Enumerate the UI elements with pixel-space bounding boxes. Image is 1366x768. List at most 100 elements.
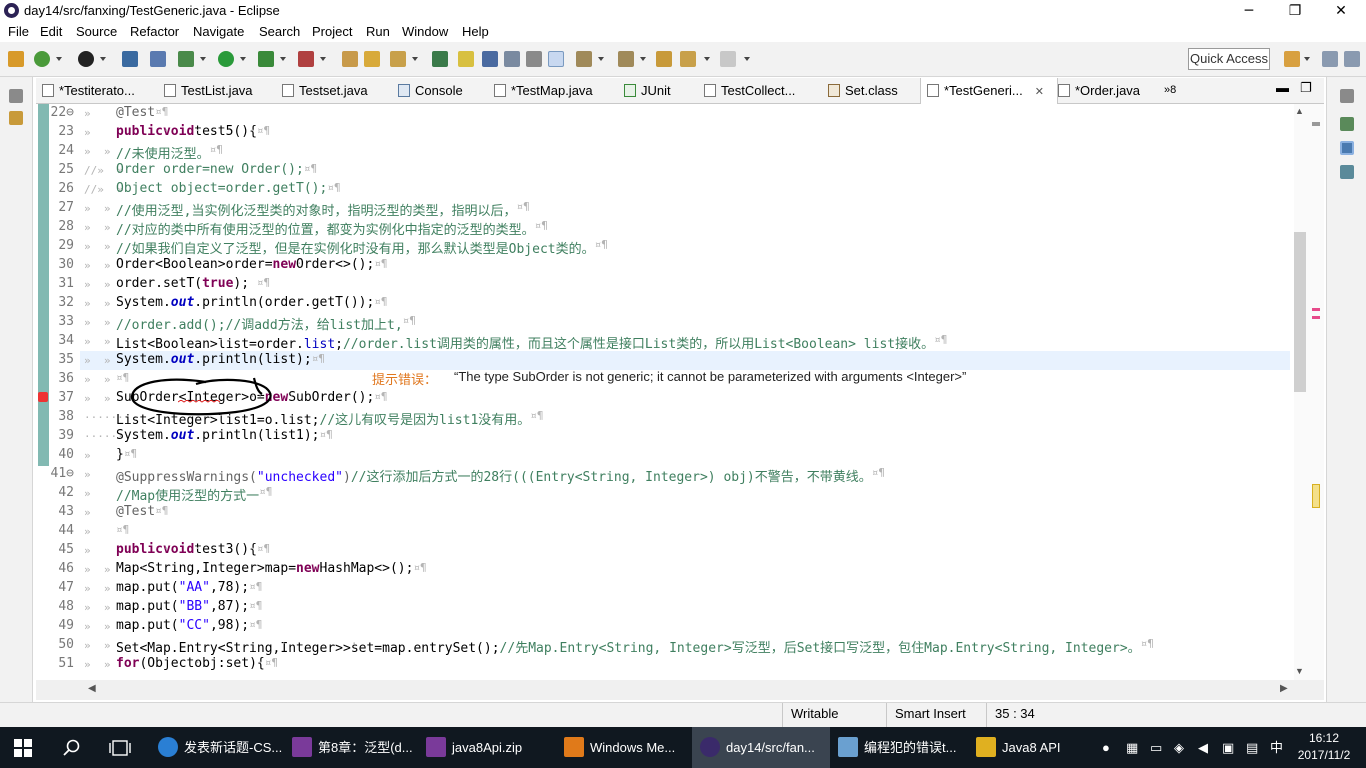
restore-view-icon[interactable] bbox=[9, 89, 23, 103]
outline-icon[interactable] bbox=[1340, 141, 1354, 155]
tab-testiterator[interactable]: *Testiterato... bbox=[42, 78, 150, 103]
menu-refactor[interactable]: Refactor bbox=[130, 24, 179, 39]
chevron-down-icon[interactable] bbox=[200, 57, 206, 61]
chevron-down-icon[interactable] bbox=[240, 57, 246, 61]
overview-warning-markers[interactable] bbox=[1312, 484, 1320, 508]
windows-start-icon[interactable] bbox=[14, 739, 32, 757]
tab-testset[interactable]: Testset.java bbox=[282, 78, 387, 103]
external-tools-icon[interactable] bbox=[298, 51, 314, 67]
menu-help[interactable]: Help bbox=[462, 24, 489, 39]
show-whitespace-icon[interactable] bbox=[548, 51, 564, 67]
tab-testcollection[interactable]: TestCollect... bbox=[704, 78, 812, 103]
forward-icon[interactable] bbox=[720, 51, 736, 67]
tab-testgeneric[interactable]: *TestGeneri... ✕ bbox=[920, 78, 1058, 104]
task-view-icon[interactable] bbox=[109, 739, 131, 757]
chevron-down-icon[interactable] bbox=[704, 57, 710, 61]
perspective-java-ee-icon[interactable] bbox=[1322, 51, 1338, 67]
code-line[interactable]: //如果我们自定义了泛型，但是在实例化时没有用，那么默认类型是Object类的。… bbox=[116, 238, 608, 257]
taskbar-app-media[interactable]: Windows Me... bbox=[556, 727, 694, 768]
minimize-view-icon[interactable]: ▬ bbox=[1276, 80, 1289, 95]
tab-testmap[interactable]: *TestMap.java bbox=[494, 78, 609, 103]
chevron-down-icon[interactable] bbox=[412, 57, 418, 61]
code-line[interactable]: System.out.println(order.getT()); ¤¶ bbox=[116, 295, 388, 310]
debug-icon[interactable] bbox=[178, 51, 194, 67]
code-line[interactable]: for(Object · obj:set) ·{¤¶ bbox=[116, 656, 278, 671]
tab-testlist[interactable]: TestList.java bbox=[164, 78, 269, 103]
pen-icon[interactable] bbox=[458, 51, 474, 67]
menu-navigate[interactable]: Navigate bbox=[193, 24, 244, 39]
code-line[interactable]: Order<Boolean> · order=new · Order<>(); ¤¶ bbox=[116, 257, 388, 272]
back-icon[interactable] bbox=[680, 51, 696, 67]
debug-view-icon[interactable] bbox=[1340, 165, 1354, 179]
clock[interactable]: 16:12 2017/11/2 bbox=[1292, 730, 1356, 764]
code-line[interactable]: Set<Map.Entry<String, · Integer>> · set=map.… bbox=[116, 637, 1154, 656]
chevron-down-icon[interactable] bbox=[280, 57, 286, 61]
scrollbar-thumb[interactable] bbox=[1294, 232, 1306, 392]
code-line[interactable]: Map · <String,Integer>map=new · HashMap<>();… bbox=[116, 561, 427, 576]
block-selection-icon[interactable] bbox=[526, 51, 542, 67]
task-list-icon[interactable] bbox=[1340, 117, 1354, 131]
code-line[interactable]: } ¤¶ bbox=[116, 447, 137, 462]
insert-mode-status[interactable]: Smart Insert bbox=[886, 703, 989, 727]
previous-annotation-icon[interactable] bbox=[618, 51, 634, 67]
tab-overflow-indicator[interactable]: »8 bbox=[1164, 78, 1188, 103]
taskbar-app-archive-2[interactable]: java8Api.zip bbox=[418, 727, 556, 768]
chevron-down-icon[interactable]: ▼ bbox=[1295, 666, 1304, 676]
quick-access-field[interactable]: Quick Access bbox=[1188, 48, 1270, 70]
code-line[interactable]: //对应的类中所有使用泛型的位置，都变为实例化中指定的泛型的类型。 ¤¶ bbox=[116, 219, 548, 238]
code-line[interactable]: //Map使用泛型的方式一 ¤¶ bbox=[116, 485, 272, 504]
close-button[interactable]: ✕ bbox=[1318, 0, 1364, 22]
taskbar-app-eclipse[interactable]: day14/src/fan... bbox=[692, 727, 830, 768]
tab-console[interactable]: Console bbox=[398, 78, 488, 103]
signal-icon[interactable]: ▦ bbox=[1126, 727, 1138, 768]
package-explorer-icon[interactable] bbox=[9, 111, 23, 125]
code-line[interactable]: order.setT(true); ¤¶ bbox=[116, 276, 270, 291]
code-line[interactable]: //未使用泛型。 ¤¶ bbox=[116, 143, 223, 162]
menu-source[interactable]: Source bbox=[76, 24, 117, 39]
chevron-down-icon[interactable] bbox=[100, 57, 106, 61]
shield-icon[interactable]: ◈ bbox=[1174, 727, 1184, 768]
menu-edit[interactable]: Edit bbox=[40, 24, 62, 39]
refresh-icon[interactable] bbox=[34, 51, 50, 67]
taskbar-app-docs[interactable]: Java8 API bbox=[968, 727, 1096, 768]
menu-run[interactable]: Run bbox=[366, 24, 390, 39]
user-icon[interactable] bbox=[78, 51, 94, 67]
ime-indicator[interactable]: 中 bbox=[1270, 727, 1283, 768]
message-icon[interactable]: ▭ bbox=[1150, 727, 1162, 768]
overview-marker[interactable] bbox=[1312, 122, 1320, 126]
run-icon[interactable] bbox=[218, 51, 234, 67]
code-line[interactable]: @Test ¤¶ bbox=[116, 504, 168, 519]
overview-error-marker[interactable] bbox=[1312, 308, 1320, 311]
close-tab-icon[interactable]: ✕ bbox=[1035, 86, 1044, 98]
skip-breakpoints-icon[interactable] bbox=[150, 51, 166, 67]
open-folder-icon[interactable] bbox=[364, 51, 380, 67]
menu-window[interactable]: Window bbox=[402, 24, 448, 39]
search-icon[interactable] bbox=[63, 739, 81, 757]
tab-set-class[interactable]: Set.class bbox=[828, 78, 916, 103]
menu-project[interactable]: Project bbox=[312, 24, 352, 39]
word-wrap-icon[interactable] bbox=[504, 51, 520, 67]
code-line[interactable]: Object object=order.getT(); ¤¶ bbox=[116, 181, 341, 196]
code-line[interactable]: System.out.println(list1); ¤¶ bbox=[116, 428, 333, 443]
chevron-right-icon[interactable]: ▶ bbox=[1280, 683, 1288, 694]
new-icon[interactable] bbox=[8, 51, 24, 67]
chevron-left-icon[interactable]: ◀ bbox=[88, 683, 96, 694]
minimize-button[interactable]: ─ bbox=[1226, 0, 1272, 22]
chevron-up-icon[interactable]: ▲ bbox=[1295, 106, 1304, 116]
chevron-down-icon[interactable] bbox=[56, 57, 62, 61]
next-annotation-icon[interactable] bbox=[576, 51, 592, 67]
code-line[interactable]: map.put("CC", · 98); ¤¶ bbox=[116, 618, 262, 633]
editor-horizontal-scrollbar[interactable]: ◀ ▶ bbox=[36, 680, 1324, 700]
chevron-down-icon[interactable] bbox=[598, 57, 604, 61]
overview-error-marker[interactable] bbox=[1312, 316, 1320, 319]
coverage-icon[interactable] bbox=[258, 51, 274, 67]
perspective-java-icon[interactable] bbox=[1344, 51, 1360, 67]
open-perspective-icon[interactable] bbox=[1284, 51, 1300, 67]
code-line[interactable]: //order.add();//调add方法，给list加上t, ¤¶ bbox=[116, 314, 416, 333]
chevron-down-icon[interactable] bbox=[320, 57, 326, 61]
maximize-view-icon[interactable]: ❐ bbox=[1300, 80, 1312, 96]
mark-occurrences-icon[interactable] bbox=[432, 51, 448, 67]
code-line[interactable]: public · void · test5() ·{¤¶ bbox=[116, 124, 270, 139]
code-line[interactable]: System.out.println(list); ¤¶ bbox=[116, 352, 325, 367]
taskbar-app-archive-1[interactable]: 第8章：泛型(d... bbox=[284, 727, 422, 768]
